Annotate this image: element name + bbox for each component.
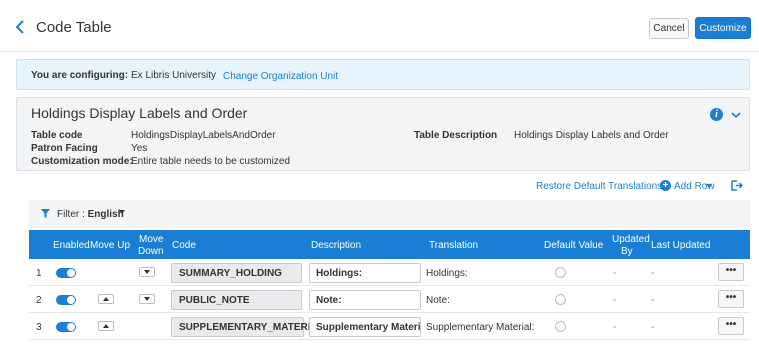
header-updated-by-line2[interactable]: By [621, 246, 633, 257]
default-value-radio[interactable] [555, 267, 566, 278]
last-updated-value: - [651, 268, 655, 279]
collapse-chevron-icon[interactable] [730, 110, 742, 120]
export-icon[interactable] [730, 179, 743, 192]
cancel-button[interactable]: Cancel [649, 18, 689, 39]
header-move-up[interactable]: Move Up [90, 240, 130, 251]
row-actions-button[interactable]: ••• [718, 317, 744, 335]
updated-by-value: - [613, 295, 617, 306]
header-code[interactable]: Code [172, 240, 196, 251]
code-field: SUPPLEMENTARY_MATERIAL [171, 317, 324, 337]
header-translation[interactable]: Translation [429, 240, 478, 251]
restore-default-translations-link[interactable]: Restore Default Translations [536, 181, 662, 192]
move-down-button[interactable] [139, 294, 155, 304]
translation-text: Note: [426, 295, 450, 306]
filter-caret-icon[interactable] [119, 209, 125, 215]
arrow-down-icon [144, 270, 150, 274]
page-title: Code Table [36, 19, 112, 36]
patron-facing-label: Patron Facing [31, 143, 98, 154]
header-updated-by-line1[interactable]: Updated [612, 234, 650, 245]
filter-label: Filter : [57, 209, 85, 220]
add-row-caret-icon[interactable] [706, 184, 712, 188]
customization-mode-label: Customization mode: [31, 156, 133, 167]
description-input[interactable]: Note: [309, 290, 421, 310]
updated-by-value: - [613, 322, 617, 333]
table-code-label: Table code [31, 130, 83, 141]
move-up-button[interactable] [98, 321, 114, 331]
patron-facing-value: Yes [131, 143, 148, 154]
table-row: 2 PUBLIC_NOTE Note: Note: - - ••• [29, 287, 750, 313]
table-row: 3 SUPPLEMENTARY_MATERIAL Supplementary M… [29, 314, 750, 340]
row-actions-button[interactable]: ••• [718, 290, 744, 308]
configuring-bar: You are configuring: Ex Libris Universit… [16, 59, 750, 90]
code-field: PUBLIC_NOTE [171, 290, 302, 310]
move-down-button[interactable] [139, 267, 155, 277]
arrow-down-icon [144, 297, 150, 301]
enabled-toggle[interactable] [56, 295, 76, 305]
table-description-value: Holdings Display Labels and Order [514, 130, 669, 141]
move-up-button[interactable] [98, 294, 114, 304]
organization-name: Ex Libris University [131, 70, 217, 81]
row-number: 3 [36, 322, 42, 333]
updated-by-value: - [613, 268, 617, 279]
default-value-radio[interactable] [555, 294, 566, 305]
description-input[interactable]: Supplementary Material: [309, 317, 421, 337]
header-enabled[interactable]: Enabled [53, 240, 90, 251]
last-updated-value: - [651, 295, 655, 306]
table-row: 1 SUMMARY_HOLDING Holdings: Holdings: - … [29, 260, 750, 286]
table-details-panel: Holdings Display Labels and Order i Tabl… [16, 97, 750, 171]
back-chevron-icon[interactable] [12, 18, 28, 36]
arrow-up-icon [103, 324, 109, 328]
translation-text: Supplementary Material: [426, 322, 535, 333]
filter-bar: Filter : English [29, 200, 750, 228]
arrow-up-icon [103, 297, 109, 301]
language-filter[interactable]: Filter : English [57, 209, 124, 220]
enabled-toggle[interactable] [56, 268, 76, 278]
row-number: 1 [36, 268, 42, 279]
header-move-down-line2[interactable]: Down [138, 246, 164, 257]
header-last-updated[interactable]: Last Updated [651, 240, 711, 251]
filter-funnel-icon [41, 209, 50, 218]
header-move-down-line1[interactable]: Move [139, 234, 163, 245]
header-default-value[interactable]: Default Value [544, 240, 603, 251]
configuring-label: You are configuring: [31, 70, 129, 81]
customize-button[interactable]: Customize [695, 17, 751, 39]
last-updated-value: - [651, 322, 655, 333]
table-description-label: Table Description [414, 130, 498, 141]
row-actions-button[interactable]: ••• [718, 263, 744, 281]
translation-text: Holdings: [426, 268, 468, 279]
top-bar: Code Table Cancel Customize [0, 0, 759, 52]
info-icon[interactable]: i [710, 108, 723, 121]
table-header: Enabled Move Up Move Down Code Descripti… [29, 230, 750, 259]
row-number: 2 [36, 295, 42, 306]
details-title: Holdings Display Labels and Order [31, 105, 248, 121]
header-description[interactable]: Description [311, 240, 361, 251]
customization-mode-value: Entire table needs to be customized [131, 156, 290, 167]
change-organization-link[interactable]: Change Organization Unit [223, 71, 338, 82]
code-field: SUMMARY_HOLDING [171, 263, 302, 283]
table-code-value: HoldingsDisplayLabelsAndOrder [131, 130, 276, 141]
default-value-radio[interactable] [555, 321, 566, 332]
description-input[interactable]: Holdings: [309, 263, 421, 283]
enabled-toggle[interactable] [56, 322, 76, 332]
add-circle-icon[interactable]: + [660, 180, 671, 191]
